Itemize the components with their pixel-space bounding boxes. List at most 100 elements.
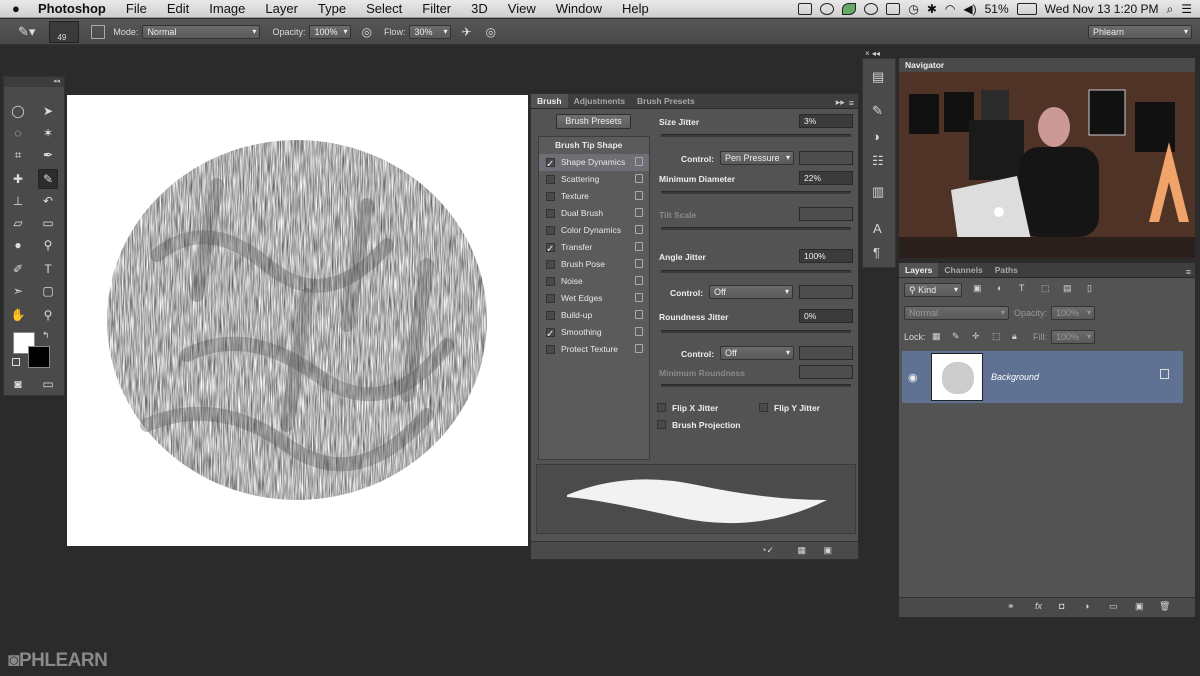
size-jitter-field[interactable]: 3% (799, 114, 853, 128)
healing-brush-tool-icon[interactable]: ✚ (8, 169, 28, 189)
roundness-jitter-slider[interactable] (661, 330, 851, 333)
lock-icon[interactable] (635, 276, 643, 285)
delete-layer-icon[interactable]: 🗑︎ (1159, 601, 1170, 612)
tab-brush-presets[interactable]: Brush Presets (631, 94, 701, 108)
apple-icon[interactable]: ● (12, 1, 30, 16)
gradient-tool-icon[interactable]: ▭ (38, 213, 58, 233)
tab-channels[interactable]: Channels (938, 263, 988, 277)
lock-all-icon[interactable]: 🔒︎ (1012, 331, 1017, 342)
mode-dropdown[interactable]: Normal (142, 24, 261, 39)
brush-setting-item[interactable]: ✓ Transfer (539, 239, 649, 256)
flip-x-checkbox[interactable] (657, 403, 666, 412)
lock-icon[interactable] (635, 225, 643, 234)
filter-toggle-icon[interactable]: ▯ (1087, 283, 1092, 294)
history-brush-tool-icon[interactable]: ↶ (38, 191, 58, 211)
lock-icon[interactable] (635, 157, 643, 166)
brush-setting-checkbox[interactable] (546, 175, 555, 184)
collapse-panel-icon[interactable]: ▸▸ (836, 97, 845, 108)
brush-setting-item[interactable]: Dual Brush (539, 205, 649, 222)
history-panel-icon[interactable]: ▤ (872, 69, 884, 85)
pressure-opacity-icon[interactable]: ◎ (361, 25, 371, 39)
angle-jitter-slider[interactable] (661, 270, 851, 273)
layer-opacity-field[interactable]: 100% (1051, 306, 1095, 320)
lock-icon[interactable] (635, 191, 643, 200)
clone-stamp-tool-icon[interactable]: ⊥ (8, 191, 28, 211)
brush-panel-toggle-icon[interactable] (91, 24, 106, 39)
brush-setting-checkbox[interactable] (546, 311, 555, 320)
lasso-tool-icon[interactable]: ◌ (8, 123, 28, 143)
airbrush-icon[interactable]: ✈ (461, 25, 471, 39)
brush-setting-item[interactable]: Protect Texture (539, 341, 649, 358)
filter-type-icon[interactable]: T (1019, 283, 1025, 293)
layer-row-background[interactable]: ◉ Background (902, 351, 1183, 403)
zoom-tool-icon[interactable]: ⚲ (38, 305, 58, 325)
new-layer-icon[interactable]: ▣ (1135, 601, 1144, 612)
layers-menu-icon[interactable]: ≡ (1186, 267, 1191, 277)
menu-3d[interactable]: 3D (471, 1, 488, 16)
brush-setting-item[interactable]: Noise (539, 273, 649, 290)
new-adjustment-icon[interactable]: ◑ (1084, 601, 1089, 611)
menu-select[interactable]: Select (366, 1, 402, 16)
brush-setting-checkbox[interactable]: ✓ (546, 158, 555, 170)
lock-icon[interactable] (635, 344, 643, 353)
brush-setting-item[interactable]: Brush Pose (539, 256, 649, 273)
brush-tool-icon[interactable]: ✎▾ (18, 24, 35, 40)
opacity-field[interactable]: 100% (309, 24, 352, 39)
fill-field[interactable]: 100% (1051, 330, 1095, 344)
brush-setting-item[interactable]: Wet Edges (539, 290, 649, 307)
marquee-tool-icon[interactable]: ◯ (8, 101, 28, 121)
lock-icon[interactable] (635, 259, 643, 268)
minimum-diameter-slider[interactable] (661, 191, 851, 194)
background-color-swatch[interactable] (28, 346, 50, 368)
workspace-switcher[interactable]: Phlearn (1088, 25, 1192, 39)
tab-brush[interactable]: Brush (531, 94, 568, 108)
flow-field[interactable]: 30% (409, 24, 452, 39)
brush-setting-checkbox[interactable] (546, 277, 555, 286)
brush-setting-item[interactable]: Texture (539, 188, 649, 205)
minimum-diameter-field[interactable]: 22% (799, 171, 853, 185)
create-new-brush-icon[interactable]: ▣ (823, 545, 832, 556)
brush-setting-item[interactable]: ✓ Smoothing (539, 324, 649, 341)
lock-icon[interactable] (635, 174, 643, 183)
lock-position-icon[interactable]: ✛ (972, 331, 980, 342)
menu-file[interactable]: File (126, 1, 147, 16)
menu-image[interactable]: Image (209, 1, 245, 16)
brush-setting-checkbox[interactable] (546, 226, 555, 235)
layer-style-icon[interactable]: fx (1035, 601, 1042, 611)
brush-editor-icon[interactable]: ▦ (797, 545, 806, 556)
brush-preset-picker[interactable]: 49 (49, 20, 80, 43)
tab-paths[interactable]: Paths (989, 263, 1024, 277)
swatches-panel-icon[interactable]: ◑ (872, 129, 880, 144)
time-machine-icon[interactable]: ◷ (908, 2, 918, 16)
dock-close-icon[interactable]: × ◂◂ (865, 49, 880, 58)
battery-level[interactable]: 51% (985, 2, 1009, 16)
dodge-tool-icon[interactable]: ⚲ (38, 235, 58, 255)
wifi-icon[interactable]: ◠ (945, 2, 955, 16)
lock-icon[interactable] (635, 310, 643, 319)
type-tool-icon[interactable]: T (38, 259, 58, 279)
shape-tool-icon[interactable]: ▢ (38, 281, 58, 301)
pen-tool-icon[interactable]: ✐ (8, 259, 28, 279)
lock-icon[interactable] (635, 327, 643, 336)
brush-setting-item[interactable]: Build-up (539, 307, 649, 324)
lock-icon[interactable] (635, 208, 643, 217)
filter-smart-object-icon[interactable]: ▤ (1063, 283, 1072, 294)
eraser-tool-icon[interactable]: ▱ (8, 213, 28, 233)
menu-help[interactable]: Help (622, 1, 649, 16)
quick-mask-icon[interactable]: ◙ (8, 374, 28, 394)
control-dropdown-3[interactable]: Off (720, 346, 794, 360)
filter-shape-icon[interactable]: ⬚ (1041, 283, 1050, 294)
app-status-icon[interactable] (798, 3, 813, 15)
layer-name[interactable]: Background (991, 372, 1039, 382)
menu-app[interactable]: Photoshop (38, 1, 106, 16)
blend-mode-dropdown[interactable]: Normal (904, 306, 1009, 320)
tools-panel-header[interactable]: ◂◂ (4, 77, 64, 87)
creative-cloud-icon[interactable] (864, 3, 879, 15)
panel-menu-icon[interactable]: ≡ (849, 98, 854, 108)
bluetooth-icon[interactable]: ✱ (927, 2, 937, 16)
document-canvas[interactable] (67, 95, 528, 546)
brush-setting-checkbox[interactable]: ✓ (546, 243, 555, 255)
brush-panel-icon[interactable]: ✎ (872, 103, 883, 119)
brush-setting-checkbox[interactable] (546, 294, 555, 303)
crop-tool-icon[interactable]: ⌗ (8, 145, 28, 165)
